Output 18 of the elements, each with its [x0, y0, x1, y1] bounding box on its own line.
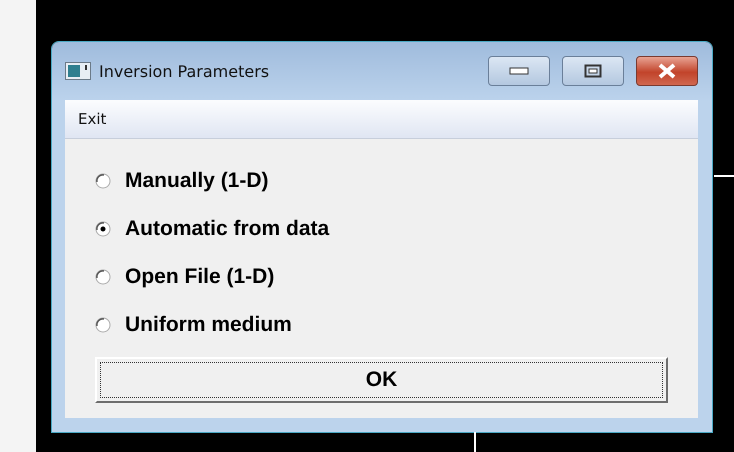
- option-label[interactable]: Open File (1-D): [125, 265, 274, 289]
- option-label[interactable]: Uniform medium: [125, 313, 292, 337]
- maximize-button[interactable]: [562, 56, 624, 86]
- ok-button[interactable]: OK: [95, 357, 668, 403]
- menu-item[interactable]: Exit: [78, 110, 106, 128]
- option-label[interactable]: Automatic from data: [125, 217, 330, 241]
- radio-button[interactable]: [95, 221, 111, 237]
- radio-button[interactable]: [95, 317, 111, 333]
- option-label[interactable]: Manually (1-D): [125, 169, 269, 193]
- close-icon: [657, 63, 677, 79]
- radio-button[interactable]: [95, 173, 111, 189]
- window-icon: [65, 62, 91, 80]
- close-button[interactable]: [636, 56, 698, 86]
- window-title: Inversion Parameters: [99, 62, 270, 80]
- maximize-icon: [584, 64, 602, 78]
- minimize-button[interactable]: [488, 56, 550, 86]
- minimize-icon: [509, 67, 529, 75]
- radio-button[interactable]: [95, 269, 111, 285]
